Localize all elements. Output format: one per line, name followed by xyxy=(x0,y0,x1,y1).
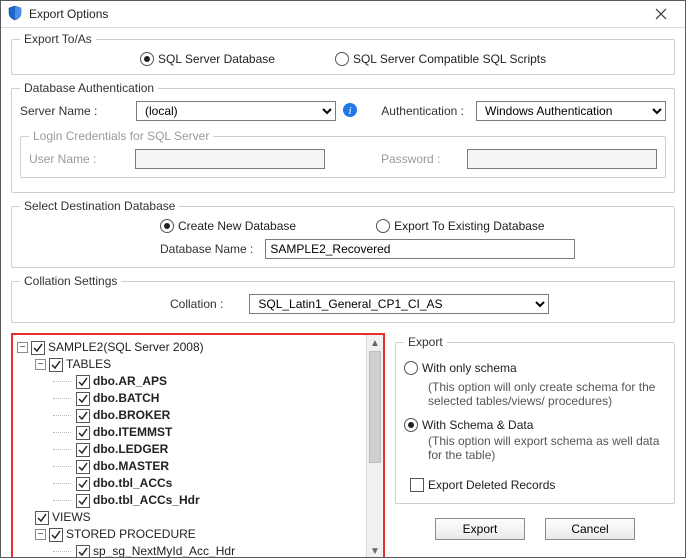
object-tree: −SAMPLE2(SQL Server 2008)−TABLESdbo.AR_A… xyxy=(11,333,385,558)
scroll-up-arrow[interactable]: ▲ xyxy=(367,335,383,351)
radio-with-only-schema[interactable]: With only schema xyxy=(404,361,517,375)
checkbox-icon[interactable] xyxy=(76,375,90,389)
server-name-select[interactable]: (local) xyxy=(136,101,336,121)
scroll-down-arrow[interactable]: ▼ xyxy=(367,543,383,558)
checkbox-icon[interactable] xyxy=(76,460,90,474)
database-authentication-group: Database Authentication Server Name : (l… xyxy=(11,81,675,193)
checkbox-icon[interactable] xyxy=(49,528,63,542)
collation-label: Collation : xyxy=(170,297,223,311)
checkbox-icon[interactable] xyxy=(76,409,90,423)
tree-toggle[interactable]: − xyxy=(35,529,46,540)
checkbox-icon[interactable] xyxy=(76,443,90,457)
user-name-label: User Name : xyxy=(29,152,129,166)
svg-text:i: i xyxy=(348,105,351,117)
collation-settings-group: Collation Settings Collation : SQL_Latin… xyxy=(11,274,675,323)
radio-sql-scripts[interactable]: SQL Server Compatible SQL Scripts xyxy=(335,52,546,66)
radio-sql-server-database[interactable]: SQL Server Database xyxy=(140,52,275,66)
export-mode-group: Export With only schema (This option wil… xyxy=(395,335,675,504)
checkbox-icon[interactable] xyxy=(76,494,90,508)
export-legend: Export xyxy=(404,335,447,349)
database-name-input[interactable] xyxy=(265,239,575,259)
checkbox-icon[interactable] xyxy=(35,511,49,525)
tree-table-item[interactable]: dbo.BROKER xyxy=(17,407,364,424)
tree-tables[interactable]: −TABLES xyxy=(17,356,364,373)
destination-database-group: Select Destination Database Create New D… xyxy=(11,199,675,268)
tree-toggle[interactable]: − xyxy=(35,359,46,370)
tree-root[interactable]: −SAMPLE2(SQL Server 2008) xyxy=(17,339,364,356)
tree-table-item[interactable]: dbo.ITEMMST xyxy=(17,424,364,441)
database-name-label: Database Name : xyxy=(160,242,253,256)
collation-legend: Collation Settings xyxy=(20,274,121,288)
export-to-as-legend: Export To/As xyxy=(20,32,96,46)
collation-select[interactable]: SQL_Latin1_General_CP1_CI_AS xyxy=(249,294,549,314)
tree-scrollbar[interactable]: ▲ ▼ xyxy=(366,335,383,558)
checkbox-export-deleted-records[interactable]: Export Deleted Records xyxy=(410,478,555,492)
password-input xyxy=(467,149,657,169)
schema-data-help: (This option will export schema as well … xyxy=(404,434,666,462)
export-options-dialog: Export Options Export To/As SQL Server D… xyxy=(0,0,686,558)
tree-table-item[interactable]: dbo.MASTER xyxy=(17,458,364,475)
password-label: Password : xyxy=(381,152,461,166)
export-button[interactable]: Export xyxy=(435,518,525,540)
tree-table-item[interactable]: dbo.tbl_ACCs_Hdr xyxy=(17,492,364,509)
server-name-label: Server Name : xyxy=(20,104,130,118)
window-title: Export Options xyxy=(29,7,643,21)
scroll-thumb[interactable] xyxy=(369,351,381,463)
checkbox-icon[interactable] xyxy=(49,358,63,372)
login-credentials-group: Login Credentials for SQL Server User Na… xyxy=(20,129,666,178)
tree-table-item[interactable]: dbo.BATCH xyxy=(17,390,364,407)
schema-only-help: (This option will only create schema for… xyxy=(404,380,666,408)
tree-table-item[interactable]: dbo.tbl_ACCs xyxy=(17,475,364,492)
export-to-as-group: Export To/As SQL Server Database SQL Ser… xyxy=(11,32,675,75)
checkbox-icon[interactable] xyxy=(76,392,90,406)
checkbox-icon[interactable] xyxy=(76,426,90,440)
db-auth-legend: Database Authentication xyxy=(20,81,158,95)
radio-create-new-database[interactable]: Create New Database xyxy=(160,219,296,233)
title-bar: Export Options xyxy=(1,1,685,28)
checkbox-icon[interactable] xyxy=(76,477,90,491)
user-name-input xyxy=(135,149,325,169)
tree-toggle[interactable]: − xyxy=(17,342,28,353)
tree-table-item[interactable]: dbo.LEDGER xyxy=(17,441,364,458)
checkbox-icon[interactable] xyxy=(31,341,45,355)
app-icon xyxy=(7,5,29,24)
tree-sp-item[interactable]: sp_sg_NextMyId_Acc_Hdr xyxy=(17,543,364,558)
authentication-select[interactable]: Windows Authentication xyxy=(476,101,666,121)
dest-db-legend: Select Destination Database xyxy=(20,199,179,213)
close-button[interactable] xyxy=(643,5,679,23)
checkbox-icon[interactable] xyxy=(76,545,90,558)
tree-views[interactable]: VIEWS xyxy=(17,509,364,526)
tree-stored-procedure[interactable]: −STORED PROCEDURE xyxy=(17,526,364,543)
radio-with-schema-and-data[interactable]: With Schema & Data xyxy=(404,418,533,432)
authentication-label: Authentication : xyxy=(381,104,464,118)
radio-export-to-existing-database[interactable]: Export To Existing Database xyxy=(376,219,545,233)
login-cred-legend: Login Credentials for SQL Server xyxy=(29,129,213,143)
cancel-button[interactable]: Cancel xyxy=(545,518,635,540)
info-icon[interactable]: i xyxy=(342,102,358,121)
tree-table-item[interactable]: dbo.AR_APS xyxy=(17,373,364,390)
